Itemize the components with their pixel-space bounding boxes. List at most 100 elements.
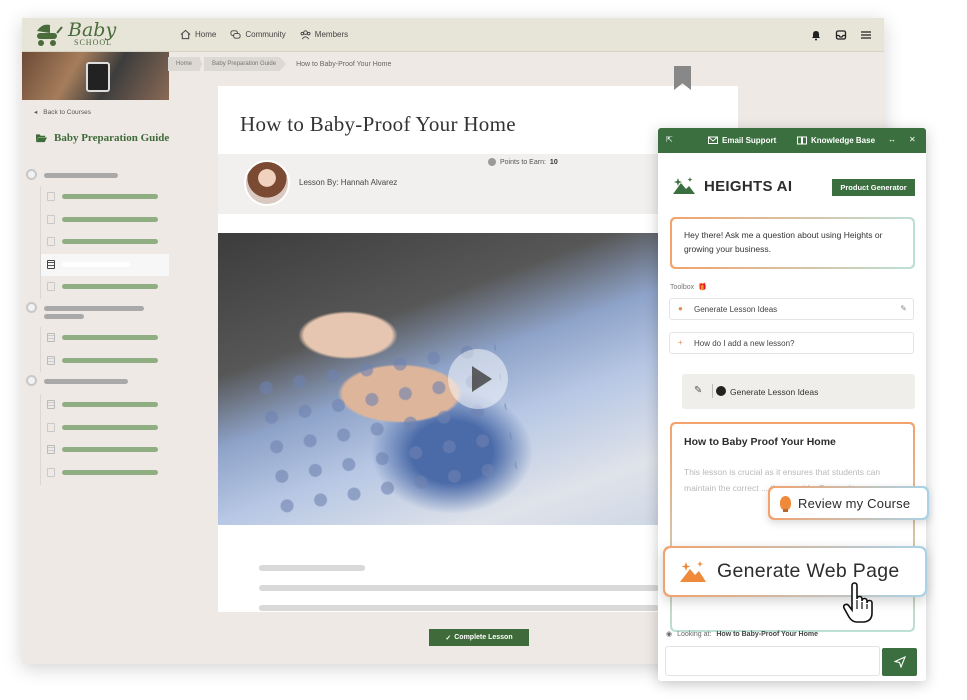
video-icon <box>47 259 55 269</box>
plus-icon: + <box>678 338 683 347</box>
heights-ai-panel: ⇱ Email Support Knowledge Base ↔ ✕ HEIGH… <box>658 128 926 681</box>
complete-lesson-label: Complete Lesson <box>454 634 513 641</box>
lesson-item[interactable] <box>40 208 169 232</box>
chat-input[interactable] <box>665 646 880 676</box>
tool-add-lesson-question[interactable]: + How do I add a new lesson? <box>669 332 914 354</box>
points-to-earn: Points to Earn: 10 <box>488 158 558 166</box>
module-title-placeholder <box>44 173 118 178</box>
lesson-item[interactable] <box>40 349 169 373</box>
module-title-placeholder <box>44 305 144 311</box>
nav-home[interactable]: Home <box>180 29 216 40</box>
lesson-item[interactable] <box>40 326 169 350</box>
sparkle-mountain-icon <box>673 177 695 194</box>
review-my-course-button[interactable]: Review my Course <box>768 486 929 520</box>
toolbox-label-text: Toolbox <box>670 283 695 291</box>
tool-generate-lesson-ideas[interactable]: ● Generate Lesson Ideas ✎ <box>669 298 914 320</box>
email-support-link[interactable]: Email Support <box>708 135 776 145</box>
module-title-placeholder <box>44 379 128 385</box>
hand-pointer-cursor-icon <box>842 582 873 623</box>
document-icon <box>47 422 55 432</box>
lesson-title-placeholder <box>62 239 158 245</box>
tool-label: Generate Lesson Ideas <box>694 304 778 314</box>
lesson-item[interactable] <box>40 186 169 209</box>
main-nav: Home Community Members <box>180 29 348 40</box>
video-icon <box>47 332 55 342</box>
top-navigation-bar: Baby SCHOOL Home Community Members <box>22 18 884 52</box>
looking-at-context: ◉ Looking at: How to Baby-Proof Your Hom… <box>666 630 818 639</box>
nav-home-label: Home <box>195 30 217 39</box>
course-title-label: Baby Preparation Guide <box>54 132 170 144</box>
lesson-item[interactable] <box>40 439 169 462</box>
magic-wand-icon: ✎ <box>694 385 703 396</box>
product-generator-badge[interactable]: Product Generator <box>832 179 915 196</box>
points-label: Points to Earn: <box>500 158 546 166</box>
ultrasound-photo <box>86 62 110 92</box>
lesson-title-placeholder <box>62 284 158 290</box>
back-to-courses-link[interactable]: ◂ Back to Courses <box>34 108 91 117</box>
lesson-item-active[interactable] <box>40 253 169 277</box>
divider <box>712 384 713 398</box>
lesson-item[interactable] <box>40 276 169 299</box>
baby-school-logo[interactable]: Baby SCHOOL <box>34 19 116 49</box>
lesson-item[interactable] <box>40 416 169 440</box>
breadcrumb-home[interactable]: Home <box>168 57 203 71</box>
video-icon <box>47 400 55 410</box>
points-icon <box>488 158 496 166</box>
lesson-item[interactable] <box>40 461 169 485</box>
bell-icon[interactable] <box>810 29 822 41</box>
nav-members[interactable]: Members <box>300 29 348 40</box>
course-outline <box>22 166 169 485</box>
lesson-title-placeholder <box>62 402 158 408</box>
knowledge-base-link[interactable]: Knowledge Base <box>797 135 875 145</box>
generate-lesson-ideas-label: Generate Lesson Ideas <box>730 386 819 397</box>
nav-community[interactable]: Community <box>230 29 286 40</box>
module-1[interactable] <box>22 166 169 186</box>
looking-at-value: How to Baby-Proof Your Home <box>716 630 818 638</box>
collapse-icon[interactable]: ⇱ <box>666 135 673 144</box>
eye-icon: ◉ <box>666 631 673 638</box>
complete-lesson-button[interactable]: ✓ Complete Lesson <box>429 629 529 646</box>
caret-left-icon: ◂ <box>34 109 38 116</box>
play-icon[interactable] <box>448 349 508 409</box>
document-icon <box>47 192 55 201</box>
close-icon[interactable]: ✕ <box>909 135 916 144</box>
members-icon <box>300 30 311 40</box>
greeting-text: Hey there! Ask me a question about using… <box>672 219 913 267</box>
document-icon <box>47 214 55 224</box>
stroller-icon <box>37 24 63 46</box>
module-2[interactable] <box>22 299 169 327</box>
module-3[interactable] <box>22 372 169 394</box>
generate-web-page-button[interactable]: Generate Web Page <box>663 546 927 597</box>
topbar-icons <box>810 29 872 41</box>
generate-lesson-ideas-button[interactable]: ✎ Generate Lesson Ideas <box>682 374 915 409</box>
sparkle-mountain-icon <box>680 560 706 582</box>
video-icon <box>47 355 55 365</box>
document-icon <box>47 467 55 477</box>
envelope-icon <box>708 136 718 144</box>
paper-plane-icon <box>893 656 906 668</box>
points-value: 10 <box>549 158 558 166</box>
document-icon <box>47 237 55 247</box>
logo-text-school: SCHOOL <box>74 38 113 47</box>
toolbox-label: Toolbox 🎁 <box>670 283 707 292</box>
lesson-title-placeholder <box>62 357 158 363</box>
course-title[interactable]: Baby Preparation Guide <box>36 132 169 144</box>
lesson-title-placeholder <box>62 216 158 222</box>
inbox-icon[interactable] <box>835 29 847 41</box>
course-thumbnail <box>22 52 169 100</box>
lesson-item[interactable] <box>40 231 169 254</box>
hamburger-menu-icon[interactable] <box>860 29 872 41</box>
video-icon <box>47 445 55 455</box>
send-button[interactable] <box>882 648 917 676</box>
lesson-title-placeholder <box>62 261 130 267</box>
lesson-title-placeholder <box>62 194 158 199</box>
brain-icon <box>716 386 726 396</box>
lesson-item[interactable] <box>40 394 169 417</box>
resize-icon[interactable]: ↔ <box>888 135 896 144</box>
lesson-title-placeholder <box>62 447 158 453</box>
heights-ai-brand: HEIGHTS AI <box>672 176 792 196</box>
breadcrumb-course[interactable]: Baby Preparation Guide <box>204 57 287 71</box>
looking-at-label: Looking at: <box>677 630 712 638</box>
review-my-course-label: Review my Course <box>798 495 911 511</box>
magic-wand-icon[interactable]: ✎ <box>900 304 907 313</box>
